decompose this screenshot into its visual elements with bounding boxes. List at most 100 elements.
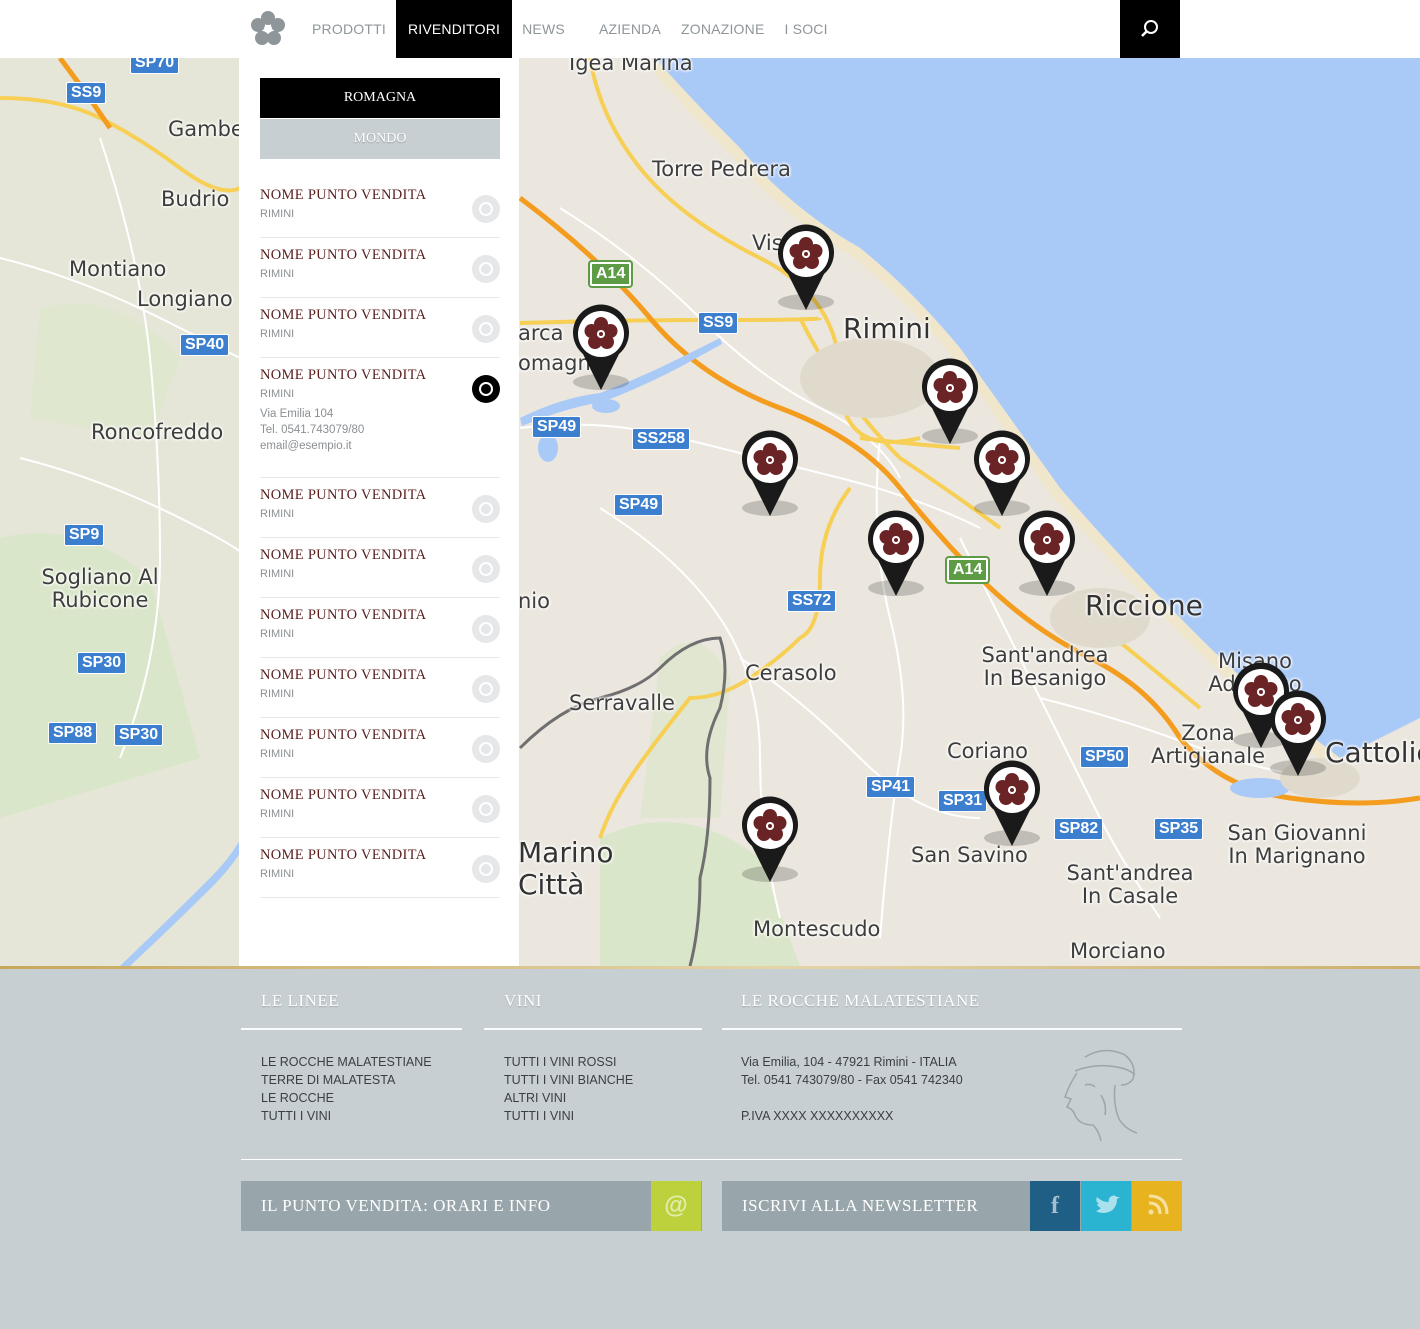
store-item[interactable]: NOME PUNTO VENDITA RIMINI <box>260 658 500 718</box>
store-city: RIMINI <box>260 688 295 700</box>
store-phone: Tel. 0541.743079/80 <box>260 424 365 436</box>
store-item[interactable]: NOME PUNTO VENDITA RIMINI <box>260 238 500 298</box>
store-city: RIMINI <box>260 748 295 760</box>
email-button[interactable]: @ <box>651 1181 701 1231</box>
store-city: RIMINI <box>260 508 295 520</box>
store-item[interactable]: NOME PUNTO VENDITA RIMINI <box>260 778 500 838</box>
footer-link[interactable]: LE ROCCHE <box>261 1089 432 1107</box>
road-sp49-2: SP49 <box>614 494 664 516</box>
road-sp40: SP40 <box>180 334 230 356</box>
footer-links-vini: TUTTI I VINI ROSSI TUTTI I VINI BIANCHE … <box>504 1053 633 1125</box>
nav-azienda[interactable]: AZIENDA <box>589 0 671 58</box>
target-icon[interactable] <box>472 255 500 283</box>
store-item[interactable]: NOME PUNTO VENDITA RIMINI <box>260 838 500 898</box>
place-budrio: Budrio <box>161 187 230 211</box>
footer-link[interactable]: TUTTI I VINI <box>261 1107 432 1125</box>
search-button[interactable] <box>1120 0 1180 58</box>
target-icon[interactable] <box>472 495 500 523</box>
main-nav: PRODOTTI RIVENDITORI NEWS AZIENDA ZONAZI… <box>302 0 838 58</box>
rss-button[interactable] <box>1132 1181 1182 1231</box>
store-info-bar[interactable]: IL PUNTO VENDITA: ORARI E INFO @ <box>241 1181 702 1231</box>
store-item[interactable]: NOME PUNTO VENDITA RIMINI <box>260 178 500 238</box>
location-pin-icon[interactable] <box>864 510 928 600</box>
target-icon[interactable] <box>472 795 500 823</box>
store-city: RIMINI <box>260 868 295 880</box>
footer-link[interactable]: TUTTI I VINI BIANCHE <box>504 1071 633 1089</box>
place-citta: Città <box>518 868 585 901</box>
store-name: NOME PUNTO VENDITA <box>260 487 427 503</box>
road-ss258: SS258 <box>632 428 691 450</box>
store-city: RIMINI <box>260 388 295 400</box>
nav-i-soci[interactable]: I SOCI <box>775 0 838 58</box>
store-item[interactable]: NOME PUNTO VENDITA RIMINI <box>260 298 500 358</box>
place-arca: arca <box>518 321 564 345</box>
store-item[interactable]: NOME PUNTO VENDITA RIMINI <box>260 538 500 598</box>
flower-logo-icon[interactable] <box>249 10 287 48</box>
search-icon <box>1141 20 1158 37</box>
store-name: NOME PUNTO VENDITA <box>260 787 427 803</box>
target-icon[interactable] <box>472 555 500 583</box>
newsletter-label: ISCRIVI ALLA NEWSLETTER <box>742 1196 979 1215</box>
store-city: RIMINI <box>260 268 295 280</box>
store-city: RIMINI <box>260 568 295 580</box>
nav-rivenditori[interactable]: RIVENDITORI <box>395 0 513 58</box>
store-item[interactable]: NOME PUNTO VENDITA RIMINI <box>260 478 500 538</box>
footer-address-block: Via Emilia, 104 - 47921 Rimini - ITALIA … <box>741 1053 963 1125</box>
facebook-button[interactable]: f <box>1030 1181 1080 1231</box>
store-city: RIMINI <box>260 808 295 820</box>
dealer-sidebar: ROMAGNA MONDO NOME PUNTO VENDITA RIMINI … <box>239 58 519 966</box>
target-icon[interactable] <box>472 195 500 223</box>
road-sp35: SP35 <box>1154 818 1204 840</box>
place-gambe: Gambe <box>168 117 244 141</box>
nav-zonazione[interactable]: ZONAZIONE <box>671 0 774 58</box>
location-pin-icon[interactable] <box>1015 510 1079 600</box>
target-icon[interactable] <box>472 855 500 883</box>
footer-link[interactable]: TERRE DI MALATESTA <box>261 1071 432 1089</box>
target-icon[interactable] <box>472 375 500 403</box>
target-icon[interactable] <box>472 615 500 643</box>
target-icon[interactable] <box>472 735 500 763</box>
store-item-selected[interactable]: NOME PUNTO VENDITA RIMINI Via Emilia 104… <box>260 358 500 478</box>
place-marino: Marino <box>518 836 614 869</box>
footer-link[interactable]: LE ROCCHE MALATESTIANE <box>261 1053 432 1071</box>
target-icon[interactable] <box>472 315 500 343</box>
store-city: RIMINI <box>260 208 295 220</box>
store-name: NOME PUNTO VENDITA <box>260 727 427 743</box>
location-pin-icon[interactable] <box>738 430 802 520</box>
location-pin-icon[interactable] <box>569 304 633 394</box>
location-pin-icon[interactable] <box>1266 690 1330 780</box>
location-pin-icon[interactable] <box>738 796 802 886</box>
target-icon[interactable] <box>472 675 500 703</box>
location-pin-icon[interactable] <box>980 760 1044 850</box>
nav-news[interactable]: NEWS <box>512 0 575 58</box>
footer-link[interactable]: TUTTI I VINI ROSSI <box>504 1053 633 1071</box>
location-pin-icon[interactable] <box>774 224 838 314</box>
store-city: RIMINI <box>260 328 295 340</box>
store-list: NOME PUNTO VENDITA RIMINI NOME PUNTO VEN… <box>260 178 500 898</box>
twitter-button[interactable] <box>1081 1181 1131 1231</box>
location-pin-icon[interactable] <box>970 430 1034 520</box>
tab-romagna[interactable]: ROMAGNA <box>260 78 500 118</box>
dealer-map[interactable]: Igea Marina Torre Pedrera Vis Rimini Gam… <box>0 58 1420 966</box>
store-item[interactable]: NOME PUNTO VENDITA RIMINI <box>260 718 500 778</box>
footer-link[interactable]: TUTTI I VINI <box>504 1107 633 1125</box>
store-email[interactable]: email@esempio.it <box>260 438 500 454</box>
road-ss72: SS72 <box>787 590 837 612</box>
store-name: NOME PUNTO VENDITA <box>260 847 427 863</box>
place-santandrea-casale: Sant'andrea In Casale <box>1066 861 1194 909</box>
footer-link[interactable]: ALTRI VINI <box>504 1089 633 1107</box>
place-riccione: Riccione <box>1085 589 1203 622</box>
footer-rule <box>484 1028 702 1030</box>
place-sogliano: Sogliano Al Rubicone <box>41 565 159 613</box>
store-item[interactable]: NOME PUNTO VENDITA RIMINI <box>260 598 500 658</box>
road-sp82: SP82 <box>1054 818 1104 840</box>
store-name: NOME PUNTO VENDITA <box>260 187 427 203</box>
newsletter-bar[interactable]: ISCRIVI ALLA NEWSLETTER f <box>722 1181 1182 1231</box>
store-info-label: IL PUNTO VENDITA: ORARI E INFO <box>261 1196 551 1215</box>
tab-mondo[interactable]: MONDO <box>260 119 500 159</box>
place-san-giovanni: San Giovanni In Marignano <box>1227 821 1367 869</box>
nav-prodotti[interactable]: PRODOTTI <box>302 0 396 58</box>
place-roncofreddo: Roncofreddo <box>91 420 224 444</box>
road-sp30-2: SP30 <box>114 724 164 746</box>
footer-address: Via Emilia, 104 - 47921 Rimini - ITALIA <box>741 1055 957 1069</box>
